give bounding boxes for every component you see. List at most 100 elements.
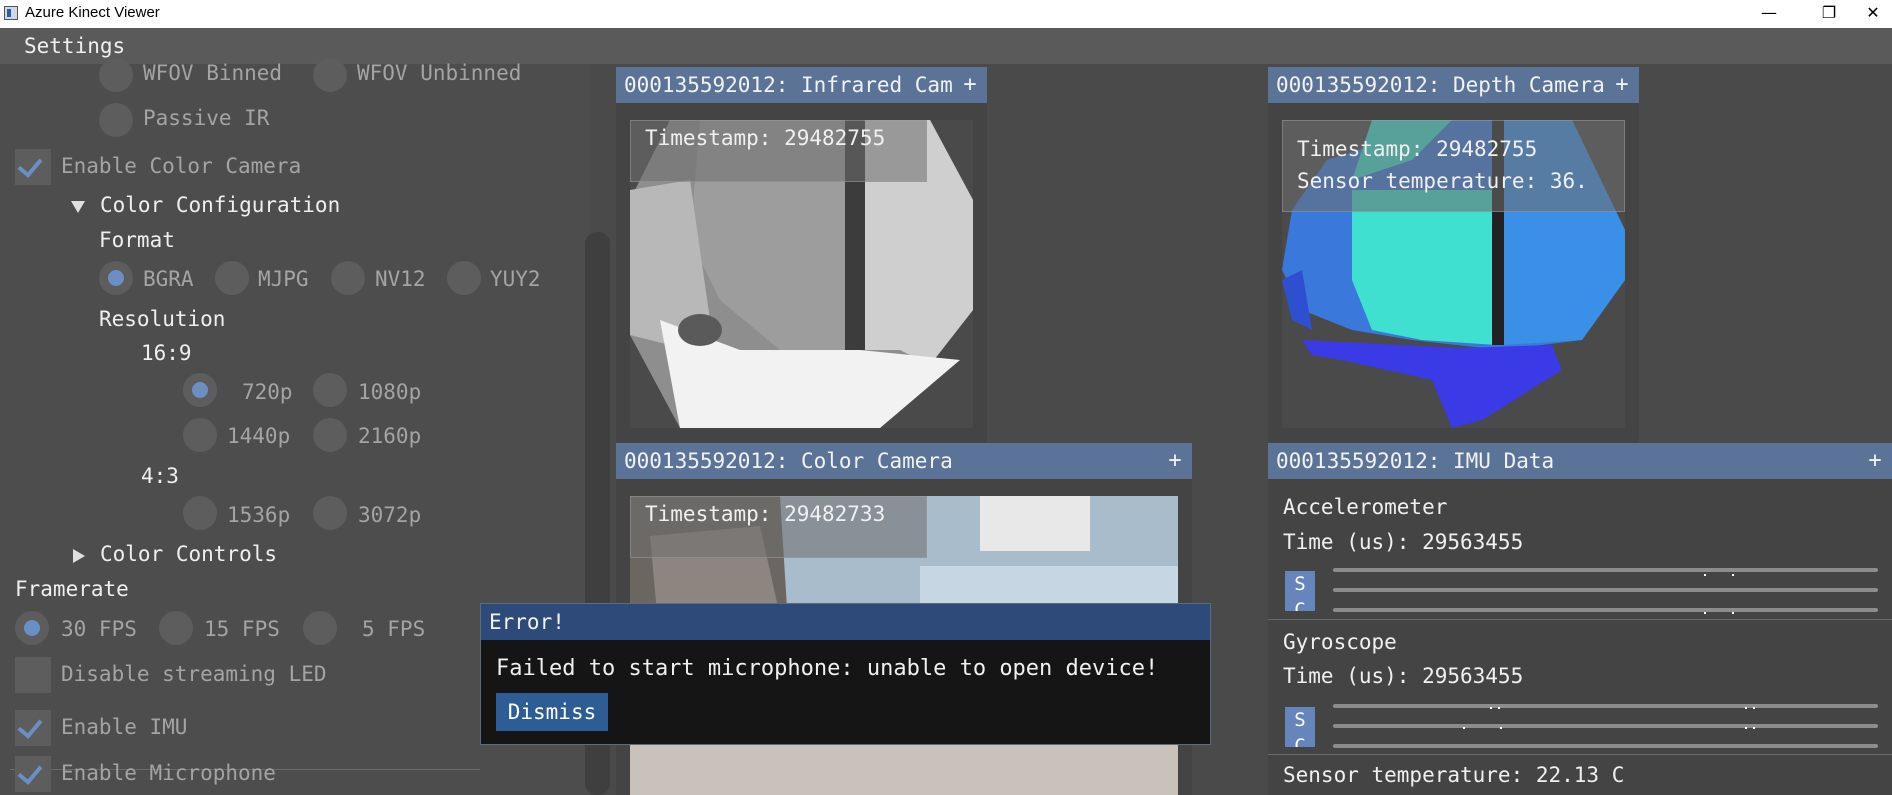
depth-pane-title[interactable]: 000135592012: Depth Camera xyxy=(1268,67,1605,103)
label-res-3072p: 3072p xyxy=(358,503,422,527)
radio-res-1080p[interactable] xyxy=(313,373,347,407)
minimize-button[interactable]: — xyxy=(1746,0,1792,28)
imu-pane-title[interactable]: 000135592012: IMU Data xyxy=(1268,443,1858,479)
color-pane-plus-icon[interactable]: + xyxy=(1158,443,1192,479)
checkbox-enable-microphone[interactable] xyxy=(15,756,51,792)
radio-5fps[interactable] xyxy=(303,611,337,645)
radio-wfov-binned[interactable] xyxy=(99,58,133,92)
label-enable-color-camera: Enable Color Camera xyxy=(61,154,302,178)
label-passive-ir: Passive IR xyxy=(143,106,270,130)
label-enable-microphone: Enable Microphone xyxy=(61,761,276,785)
gyroscope-label: Gyroscope xyxy=(1283,630,1397,654)
radio-15fps[interactable] xyxy=(159,611,193,645)
label-aspect-16-9: 16:9 xyxy=(141,341,192,365)
radio-format-nv12[interactable] xyxy=(331,261,365,295)
restore-button[interactable]: ❐ xyxy=(1806,0,1852,28)
gyro-sample-dot xyxy=(1498,707,1500,709)
label-res-1536p: 1536p xyxy=(227,503,291,527)
label-res-1440p: 1440p xyxy=(227,424,291,448)
imu-pane-plus-icon[interactable]: + xyxy=(1858,443,1892,479)
radio-format-yuy2[interactable] xyxy=(447,261,481,295)
infrared-pane-plus-icon[interactable]: + xyxy=(953,67,987,103)
label-aspect-4-3: 4:3 xyxy=(141,464,179,488)
header-color-controls[interactable]: Color Controls xyxy=(100,542,277,566)
radio-passive-ir[interactable] xyxy=(99,103,133,137)
window-titlebar: Azure Kinect Viewer — ❐ ✕ xyxy=(0,0,1892,28)
label-resolution: Resolution xyxy=(99,307,226,331)
infrared-pane: 000135592012: Infrared Camera + Timestam… xyxy=(616,67,987,443)
gyro-sample-dot xyxy=(1745,707,1747,709)
error-dialog: Error! Failed to start microphone: unabl… xyxy=(480,603,1211,745)
radio-30fps[interactable] xyxy=(15,611,49,645)
error-dialog-title[interactable]: Error! xyxy=(481,604,1210,640)
gyro-plot-z xyxy=(1333,744,1878,748)
accel-plot-y xyxy=(1333,588,1878,592)
imu-divider xyxy=(1268,619,1892,620)
accelerometer-label: Accelerometer xyxy=(1283,495,1448,519)
checkbox-disable-led[interactable] xyxy=(15,657,51,693)
accel-sample-dot xyxy=(1704,574,1706,576)
window-title: Azure Kinect Viewer xyxy=(25,4,160,21)
accelerometer-time: Time (us): 29563455 xyxy=(1283,530,1524,554)
gyro-sample-dot xyxy=(1463,727,1465,729)
label-30fps: 30 FPS xyxy=(61,617,137,641)
label-disable-led: Disable streaming LED xyxy=(61,662,327,686)
label-format-yuy2: YUY2 xyxy=(490,267,541,291)
depth-pane-plus-icon[interactable]: + xyxy=(1605,67,1639,103)
infrared-pane-title[interactable]: 000135592012: Infrared Camera xyxy=(616,67,953,103)
checkbox-enable-color-camera[interactable] xyxy=(15,149,51,185)
error-message: Failed to start microphone: unable to op… xyxy=(496,656,1159,681)
depth-pane: 000135592012: Depth Camera + Timestamp: … xyxy=(1268,67,1639,443)
header-color-configuration[interactable]: Color Configuration xyxy=(100,193,340,217)
gyro-sample-dot xyxy=(1500,727,1502,729)
accel-plot-z xyxy=(1333,608,1878,612)
infrared-timestamp: Timestamp: 29482755 xyxy=(630,120,927,182)
radio-format-bgra[interactable] xyxy=(99,261,133,295)
label-5fps: 5 FPS xyxy=(362,617,426,641)
depth-info-box: Timestamp: 29482755 Sensor temperature: … xyxy=(1282,120,1625,212)
accel-sample-dot xyxy=(1732,574,1734,576)
gyro-plot-y xyxy=(1333,724,1878,728)
label-res-2160p: 2160p xyxy=(358,424,422,448)
imu-divider xyxy=(1268,754,1892,755)
menu-bar: Settings xyxy=(0,28,1892,64)
gyro-plot-x xyxy=(1333,704,1878,708)
radio-format-mjpg[interactable] xyxy=(215,261,249,295)
settings-menu[interactable]: Settings xyxy=(24,34,125,58)
accel-plot-x xyxy=(1333,568,1878,572)
label-framerate: Framerate xyxy=(15,577,129,601)
color-timestamp: Timestamp: 29482733 xyxy=(630,496,927,558)
accel-sample-dot xyxy=(1732,612,1734,614)
close-button[interactable]: ✕ xyxy=(1850,0,1892,28)
label-format-bgra: BGRA xyxy=(143,267,194,291)
label-format-nv12: NV12 xyxy=(375,267,426,291)
checkbox-enable-imu[interactable] xyxy=(15,710,51,746)
accel-sample-dot xyxy=(1704,612,1706,614)
dismiss-button[interactable]: Dismiss xyxy=(496,693,608,731)
gyro-sample-dot xyxy=(1745,727,1747,729)
radio-res-1440p[interactable] xyxy=(183,418,217,452)
accelerometer-scale-button[interactable]: S C xyxy=(1285,571,1315,611)
depth-sensor-temperature: Sensor temperature: 36. xyxy=(1297,169,1588,193)
gyro-sample-dot xyxy=(1753,707,1755,709)
label-format: Format xyxy=(99,228,175,252)
color-pane-title[interactable]: 000135592012: Color Camera xyxy=(616,443,1158,479)
expand-arrow-icon[interactable] xyxy=(71,201,85,213)
radio-res-1536p[interactable] xyxy=(183,496,217,530)
label-format-mjpg: MJPG xyxy=(258,267,309,291)
imu-pane: 000135592012: IMU Data + Accelerometer T… xyxy=(1268,443,1892,795)
collapse-arrow-icon[interactable] xyxy=(73,549,85,563)
app-icon xyxy=(4,6,18,20)
radio-res-2160p[interactable] xyxy=(313,418,347,452)
label-wfov-unbinned: WFOV Unbinned xyxy=(357,61,522,85)
depth-timestamp: Timestamp: 29482755 xyxy=(1297,137,1538,161)
radio-res-720p[interactable] xyxy=(183,373,217,407)
label-wfov-binned: WFOV Binned xyxy=(143,61,283,85)
radio-res-3072p[interactable] xyxy=(313,496,347,530)
radio-wfov-unbinned[interactable] xyxy=(313,58,347,92)
gyro-sample-dot xyxy=(1490,707,1492,709)
gyroscope-scale-button[interactable]: S C xyxy=(1285,707,1315,747)
label-res-1080p: 1080p xyxy=(358,380,422,404)
gyro-sample-dot xyxy=(1753,727,1755,729)
label-15fps: 15 FPS xyxy=(204,617,280,641)
